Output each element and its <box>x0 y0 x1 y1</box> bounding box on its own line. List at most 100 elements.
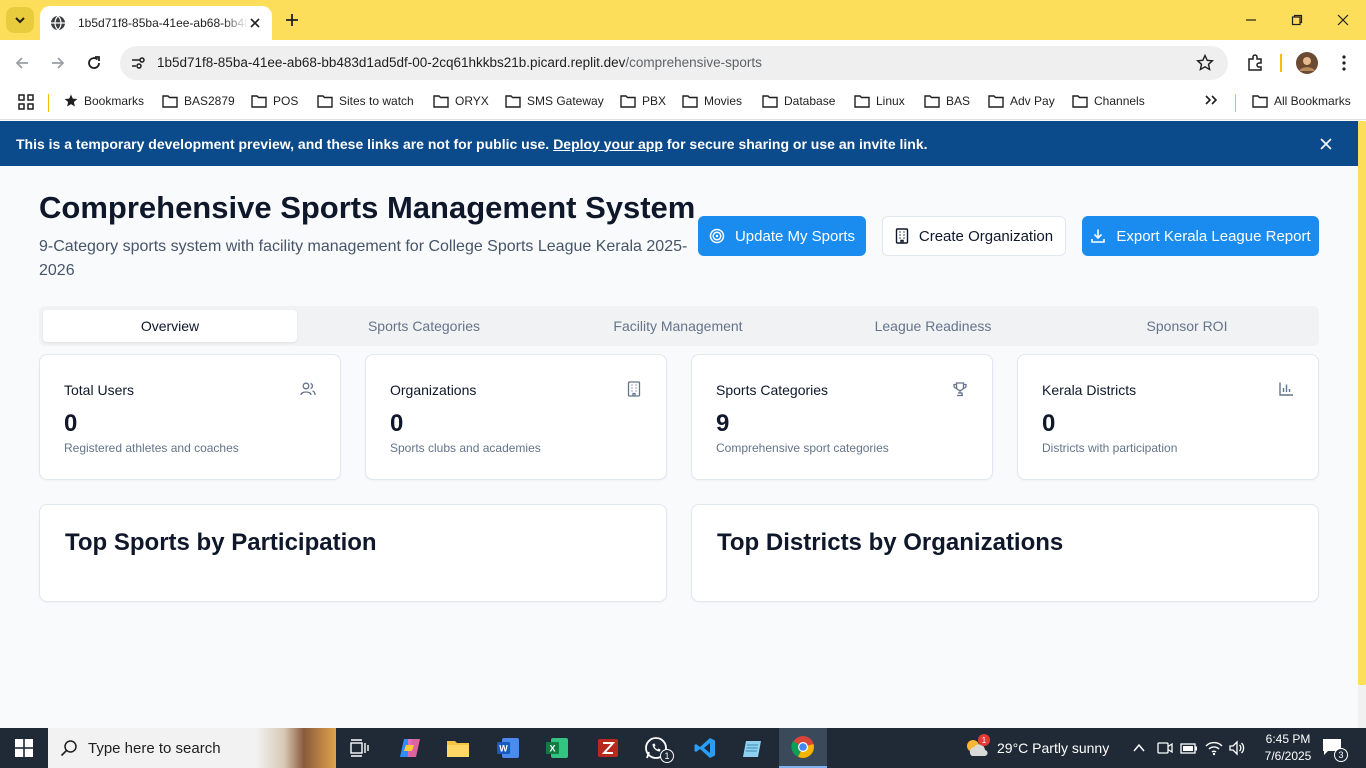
bookmark-folder[interactable]: ORYX <box>433 94 489 108</box>
word-icon[interactable]: W <box>484 728 532 768</box>
bookmark-folder[interactable]: Adv Pay <box>988 94 1055 108</box>
stat-card-total-users: Total Users 0 Registered athletes and co… <box>39 354 341 480</box>
filezilla-icon[interactable] <box>584 728 632 768</box>
folder-icon <box>620 95 636 108</box>
weather-badge: 1 <box>978 734 990 746</box>
browser-tab[interactable]: 1b5d71f8-85ba-41ee-ab68-bb483d1ad5df-00-… <box>40 6 272 40</box>
apps-icon[interactable] <box>18 94 40 110</box>
volume-icon[interactable] <box>1228 740 1246 761</box>
tab-title: 1b5d71f8-85ba-41ee-ab68-bb483d1ad5df-00-… <box>78 16 248 30</box>
page-title: Comprehensive Sports Management System <box>39 190 696 225</box>
export-report-button[interactable]: Export Kerala League Report <box>1082 216 1319 256</box>
stat-description: Comprehensive sport categories <box>716 441 889 455</box>
bookmark-folder[interactable]: SMS Gateway <box>505 94 604 108</box>
page-content: Comprehensive Sports Management System 9… <box>0 166 1358 728</box>
folder-icon <box>924 95 940 108</box>
trophy-icon <box>953 382 967 397</box>
folder-icon <box>1072 95 1088 108</box>
stat-card-sports-categories: Sports Categories 9 Comprehensive sport … <box>691 354 993 480</box>
star-icon <box>64 94 78 107</box>
close-tab-icon[interactable] <box>246 14 264 32</box>
bookmark-folder[interactable]: Movies <box>682 94 742 108</box>
weather-icon[interactable]: 1 <box>964 734 990 760</box>
reload-icon[interactable] <box>82 51 106 75</box>
bookmark-bookmarks[interactable]: Bookmarks <box>64 94 144 108</box>
update-sports-button[interactable]: Update My Sports <box>698 216 866 256</box>
scrollbar-thumb[interactable] <box>1358 121 1366 685</box>
tab-sponsor-roi[interactable]: Sponsor ROI <box>1060 310 1314 342</box>
chevron-up-icon[interactable] <box>1132 741 1146 760</box>
page-subtitle: 9-Category sports system with facility m… <box>39 238 688 279</box>
users-icon <box>300 382 316 396</box>
browser-titlebar: 1b5d71f8-85ba-41ee-ab68-bb483d1ad5df-00-… <box>0 0 1366 40</box>
taskbar-search[interactable]: Type here to search <box>48 728 336 768</box>
dev-preview-banner: This is a temporary development preview,… <box>0 121 1358 166</box>
stat-value: 9 <box>716 410 730 437</box>
bookmark-folder[interactable]: POS <box>251 94 298 108</box>
stat-description: Registered athletes and coaches <box>64 441 239 455</box>
download-icon <box>1091 229 1106 243</box>
building-icon <box>627 381 641 397</box>
tab-facility-management[interactable]: Facility Management <box>551 310 805 342</box>
address-bar[interactable]: 1b5d71f8-85ba-41ee-ab68-bb483d1ad5df-00-… <box>120 46 1228 80</box>
site-info-icon[interactable] <box>130 55 146 71</box>
toolbar-divider <box>1280 54 1282 72</box>
all-bookmarks[interactable]: All Bookmarks <box>1252 94 1351 108</box>
banner-text-after: for secure sharing or use an invite link… <box>666 135 928 152</box>
weather-text[interactable]: 29°C Partly sunny <box>997 740 1109 756</box>
folder-icon <box>988 95 1004 108</box>
close-icon[interactable] <box>1316 134 1336 154</box>
stat-title: Kerala Districts <box>1042 382 1137 398</box>
vscode-icon[interactable] <box>681 728 729 768</box>
svg-text:W: W <box>499 744 508 754</box>
minimize-icon[interactable] <box>1228 0 1274 40</box>
bookmarks-divider <box>1235 94 1236 112</box>
profile-avatar[interactable] <box>1295 51 1319 75</box>
bookmark-folder[interactable]: Linux <box>854 94 905 108</box>
notifications-icon[interactable]: 3 <box>1322 738 1348 762</box>
chevron-down-icon <box>15 17 25 24</box>
folder-icon <box>854 95 870 108</box>
task-view-icon[interactable] <box>336 728 384 768</box>
svg-text:X: X <box>549 744 555 754</box>
menu-icon[interactable] <box>1332 51 1356 75</box>
meet-now-icon[interactable] <box>1157 740 1173 761</box>
url-text: 1b5d71f8-85ba-41ee-ab68-bb483d1ad5df-00-… <box>157 55 762 70</box>
more-bookmarks-icon[interactable] <box>1204 94 1224 106</box>
file-explorer-icon[interactable] <box>434 728 482 768</box>
deploy-link[interactable]: Deploy your app <box>553 136 663 152</box>
windows-start-icon[interactable] <box>0 728 48 768</box>
close-window-icon[interactable] <box>1320 0 1366 40</box>
stat-description: Districts with participation <box>1042 441 1178 455</box>
tab-search-button[interactable] <box>6 7 34 33</box>
bookmark-folder[interactable]: Sites to watch <box>317 94 414 108</box>
bookmark-folder[interactable]: BAS <box>924 94 970 108</box>
create-organization-button[interactable]: Create Organization <box>882 216 1066 256</box>
bookmark-folder[interactable]: Channels <box>1072 94 1145 108</box>
copilot-icon[interactable] <box>386 728 434 768</box>
forward-icon[interactable] <box>46 51 70 75</box>
bar-chart-icon <box>1279 382 1293 396</box>
bookmark-folder[interactable]: Database <box>762 94 835 108</box>
back-icon[interactable] <box>10 51 34 75</box>
extensions-icon[interactable] <box>1243 51 1267 75</box>
bookmark-folder[interactable]: PBX <box>620 94 666 108</box>
excel-icon[interactable]: X <box>533 728 581 768</box>
stat-value: 0 <box>1042 410 1056 437</box>
page-scrollbar[interactable] <box>1358 121 1366 728</box>
new-tab-icon[interactable] <box>281 9 303 31</box>
bookmark-star-icon[interactable] <box>1196 54 1214 72</box>
notepad-icon[interactable] <box>729 728 777 768</box>
tab-sports-categories[interactable]: Sports Categories <box>297 310 551 342</box>
taskbar-clock[interactable]: 6:45 PM 7/6/2025 <box>1258 731 1318 765</box>
restore-icon[interactable] <box>1274 0 1320 40</box>
whatsapp-icon[interactable]: 1 <box>632 728 680 768</box>
tab-overview[interactable]: Overview <box>43 310 297 342</box>
chrome-icon[interactable] <box>779 728 827 768</box>
folder-icon <box>682 95 698 108</box>
bookmark-folder[interactable]: BAS2879 <box>162 94 235 108</box>
battery-icon[interactable] <box>1180 740 1198 761</box>
wifi-icon[interactable] <box>1205 740 1223 761</box>
tab-league-readiness[interactable]: League Readiness <box>806 310 1060 342</box>
stat-card-organizations: Organizations 0 Sports clubs and academi… <box>365 354 667 480</box>
